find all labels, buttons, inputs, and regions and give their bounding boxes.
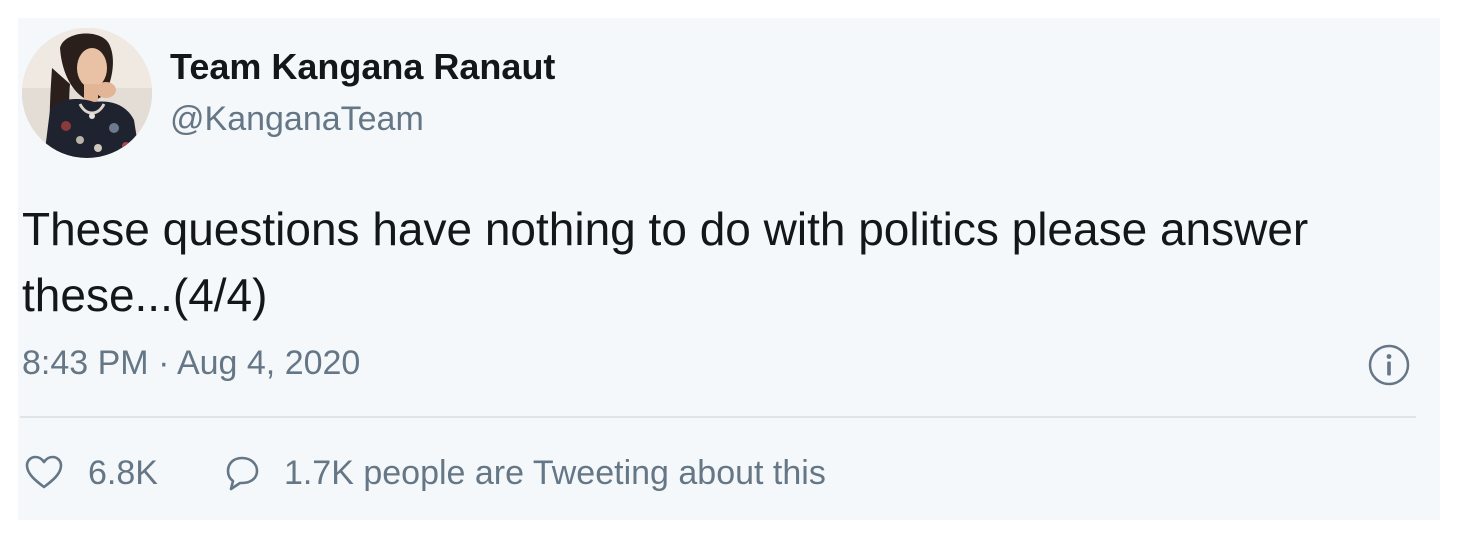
- divider: [20, 416, 1416, 418]
- like-button[interactable]: 6.8K: [22, 451, 158, 495]
- author-avatar[interactable]: [22, 28, 152, 158]
- tweet-text: These questions have nothing to do with …: [22, 203, 1309, 321]
- author-display-name[interactable]: Team Kangana Ranaut: [170, 46, 555, 88]
- heart-icon: [25, 455, 63, 489]
- speech-bubble-icon: [226, 456, 259, 491]
- tweeting-about-text: 1.7K people are Tweeting about this: [283, 453, 826, 492]
- tweet-timestamp[interactable]: 8:43 PM · Aug 4, 2020: [22, 344, 360, 383]
- tweet-actions: 6.8K 1.7K people are Tweeting about this: [22, 448, 826, 498]
- author-handle[interactable]: @KanganaTeam: [170, 100, 424, 139]
- info-icon[interactable]: [1366, 342, 1412, 388]
- tweeting-about-link[interactable]: 1.7K people are Tweeting about this: [220, 451, 826, 495]
- like-count: 6.8K: [88, 453, 158, 492]
- tweet-card[interactable]: Team Kangana Ranaut @KanganaTeam These q…: [18, 18, 1440, 520]
